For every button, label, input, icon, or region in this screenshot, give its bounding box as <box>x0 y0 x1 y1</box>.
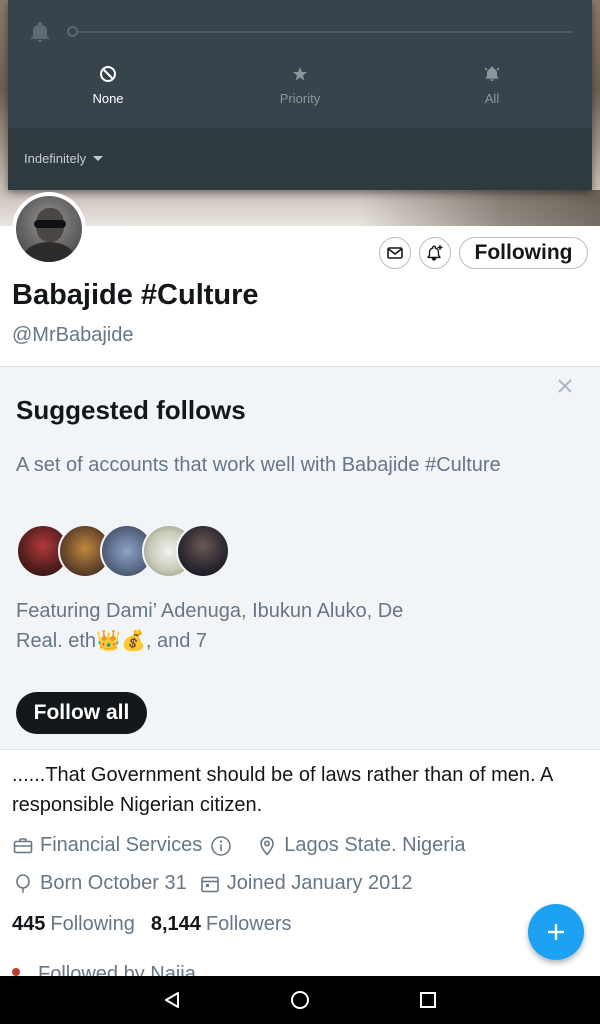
block-icon <box>100 66 116 82</box>
follow-counts: 445 Following 8,144 Followers <box>12 913 292 936</box>
bell-ringing-icon <box>484 66 500 81</box>
duration-label: Indefinitely <box>24 151 87 166</box>
avatar-photo <box>16 196 82 262</box>
followed-by[interactable]: Followed by Naija <box>12 964 312 976</box>
message-button[interactable] <box>379 237 411 269</box>
notification-panel-top: None Priority All <box>8 0 592 128</box>
following-count-label: Following <box>50 913 135 935</box>
followers-count[interactable]: 8,144 Followers <box>151 913 292 936</box>
followed-by-label: Followed by Naija <box>38 964 196 976</box>
featuring-text: Featuring Dami’ Adenuga, Ibukun Aluko, D… <box>16 600 404 652</box>
following-button[interactable]: Following <box>459 237 588 269</box>
follow-all-button[interactable]: Follow all <box>16 692 147 734</box>
suggested-follows-description: A set of accounts that work well with Ba… <box>16 454 501 476</box>
avatar[interactable] <box>12 192 86 266</box>
recent-apps-icon[interactable] <box>416 988 440 1012</box>
banner-shadow <box>360 190 600 226</box>
mode-all[interactable]: All <box>432 64 552 108</box>
compose-tweet-button[interactable] <box>528 904 584 960</box>
display-name: Babajide #Culture <box>12 279 259 311</box>
following-count-value: 445 <box>12 913 46 935</box>
mode-none[interactable]: None <box>48 64 168 108</box>
handle: @MrBabajide <box>12 324 134 346</box>
following-count[interactable]: 445 Following <box>12 913 135 936</box>
volume-slider-knob[interactable] <box>67 26 78 37</box>
notifications-button[interactable] <box>419 237 451 269</box>
location-label: Lagos State. Nigeria <box>284 834 466 856</box>
mode-priority[interactable]: Priority <box>240 64 360 108</box>
avatar-photo-sunglasses <box>34 220 66 228</box>
mode-all-label: All <box>484 91 500 106</box>
volume-slider-track[interactable] <box>72 31 572 33</box>
suggested-follows-title: Suggested follows <box>16 395 246 425</box>
balloon-icon <box>16 873 30 893</box>
mail-icon <box>387 247 403 259</box>
mode-none-label: None <box>92 91 124 106</box>
info-icon[interactable] <box>210 835 232 857</box>
duration-dropdown[interactable]: Indefinitely <box>24 151 104 166</box>
bell-icon <box>31 22 49 42</box>
avatar-photo-body <box>24 242 74 262</box>
bell-plus-icon <box>427 245 443 261</box>
notification-panel: None Priority All Indefinitely <box>8 0 592 190</box>
followers-count-value: 8,144 <box>150 913 201 935</box>
suggested-avatars[interactable] <box>16 524 256 580</box>
system-navigation-bar <box>0 976 600 1024</box>
star-icon <box>293 67 307 81</box>
plus-icon <box>548 924 564 940</box>
calendar-icon <box>200 876 219 892</box>
close-icon[interactable] <box>555 376 575 396</box>
mode-priority-label: Priority <box>279 91 321 106</box>
followers-count-label: Followers <box>205 913 292 935</box>
suggested-avatar <box>176 524 230 578</box>
profile-meta-row: Born October 31 Joined January 2012 <box>12 872 412 895</box>
back-icon[interactable] <box>160 988 184 1012</box>
home-icon[interactable] <box>288 988 312 1012</box>
joined-label: Joined January 2012 <box>226 872 413 894</box>
bio: ......That Government should be of laws … <box>12 764 553 816</box>
caret-down-icon <box>93 156 104 161</box>
briefcase-icon <box>13 837 33 853</box>
location-pin-icon <box>260 836 275 856</box>
born-label: Born October 31 <box>40 872 187 894</box>
followed-by-avatar <box>12 968 20 976</box>
profile-meta-row: Financial Services Lagos State. Nigeria <box>12 834 466 857</box>
category-label: Financial Services <box>40 834 203 856</box>
